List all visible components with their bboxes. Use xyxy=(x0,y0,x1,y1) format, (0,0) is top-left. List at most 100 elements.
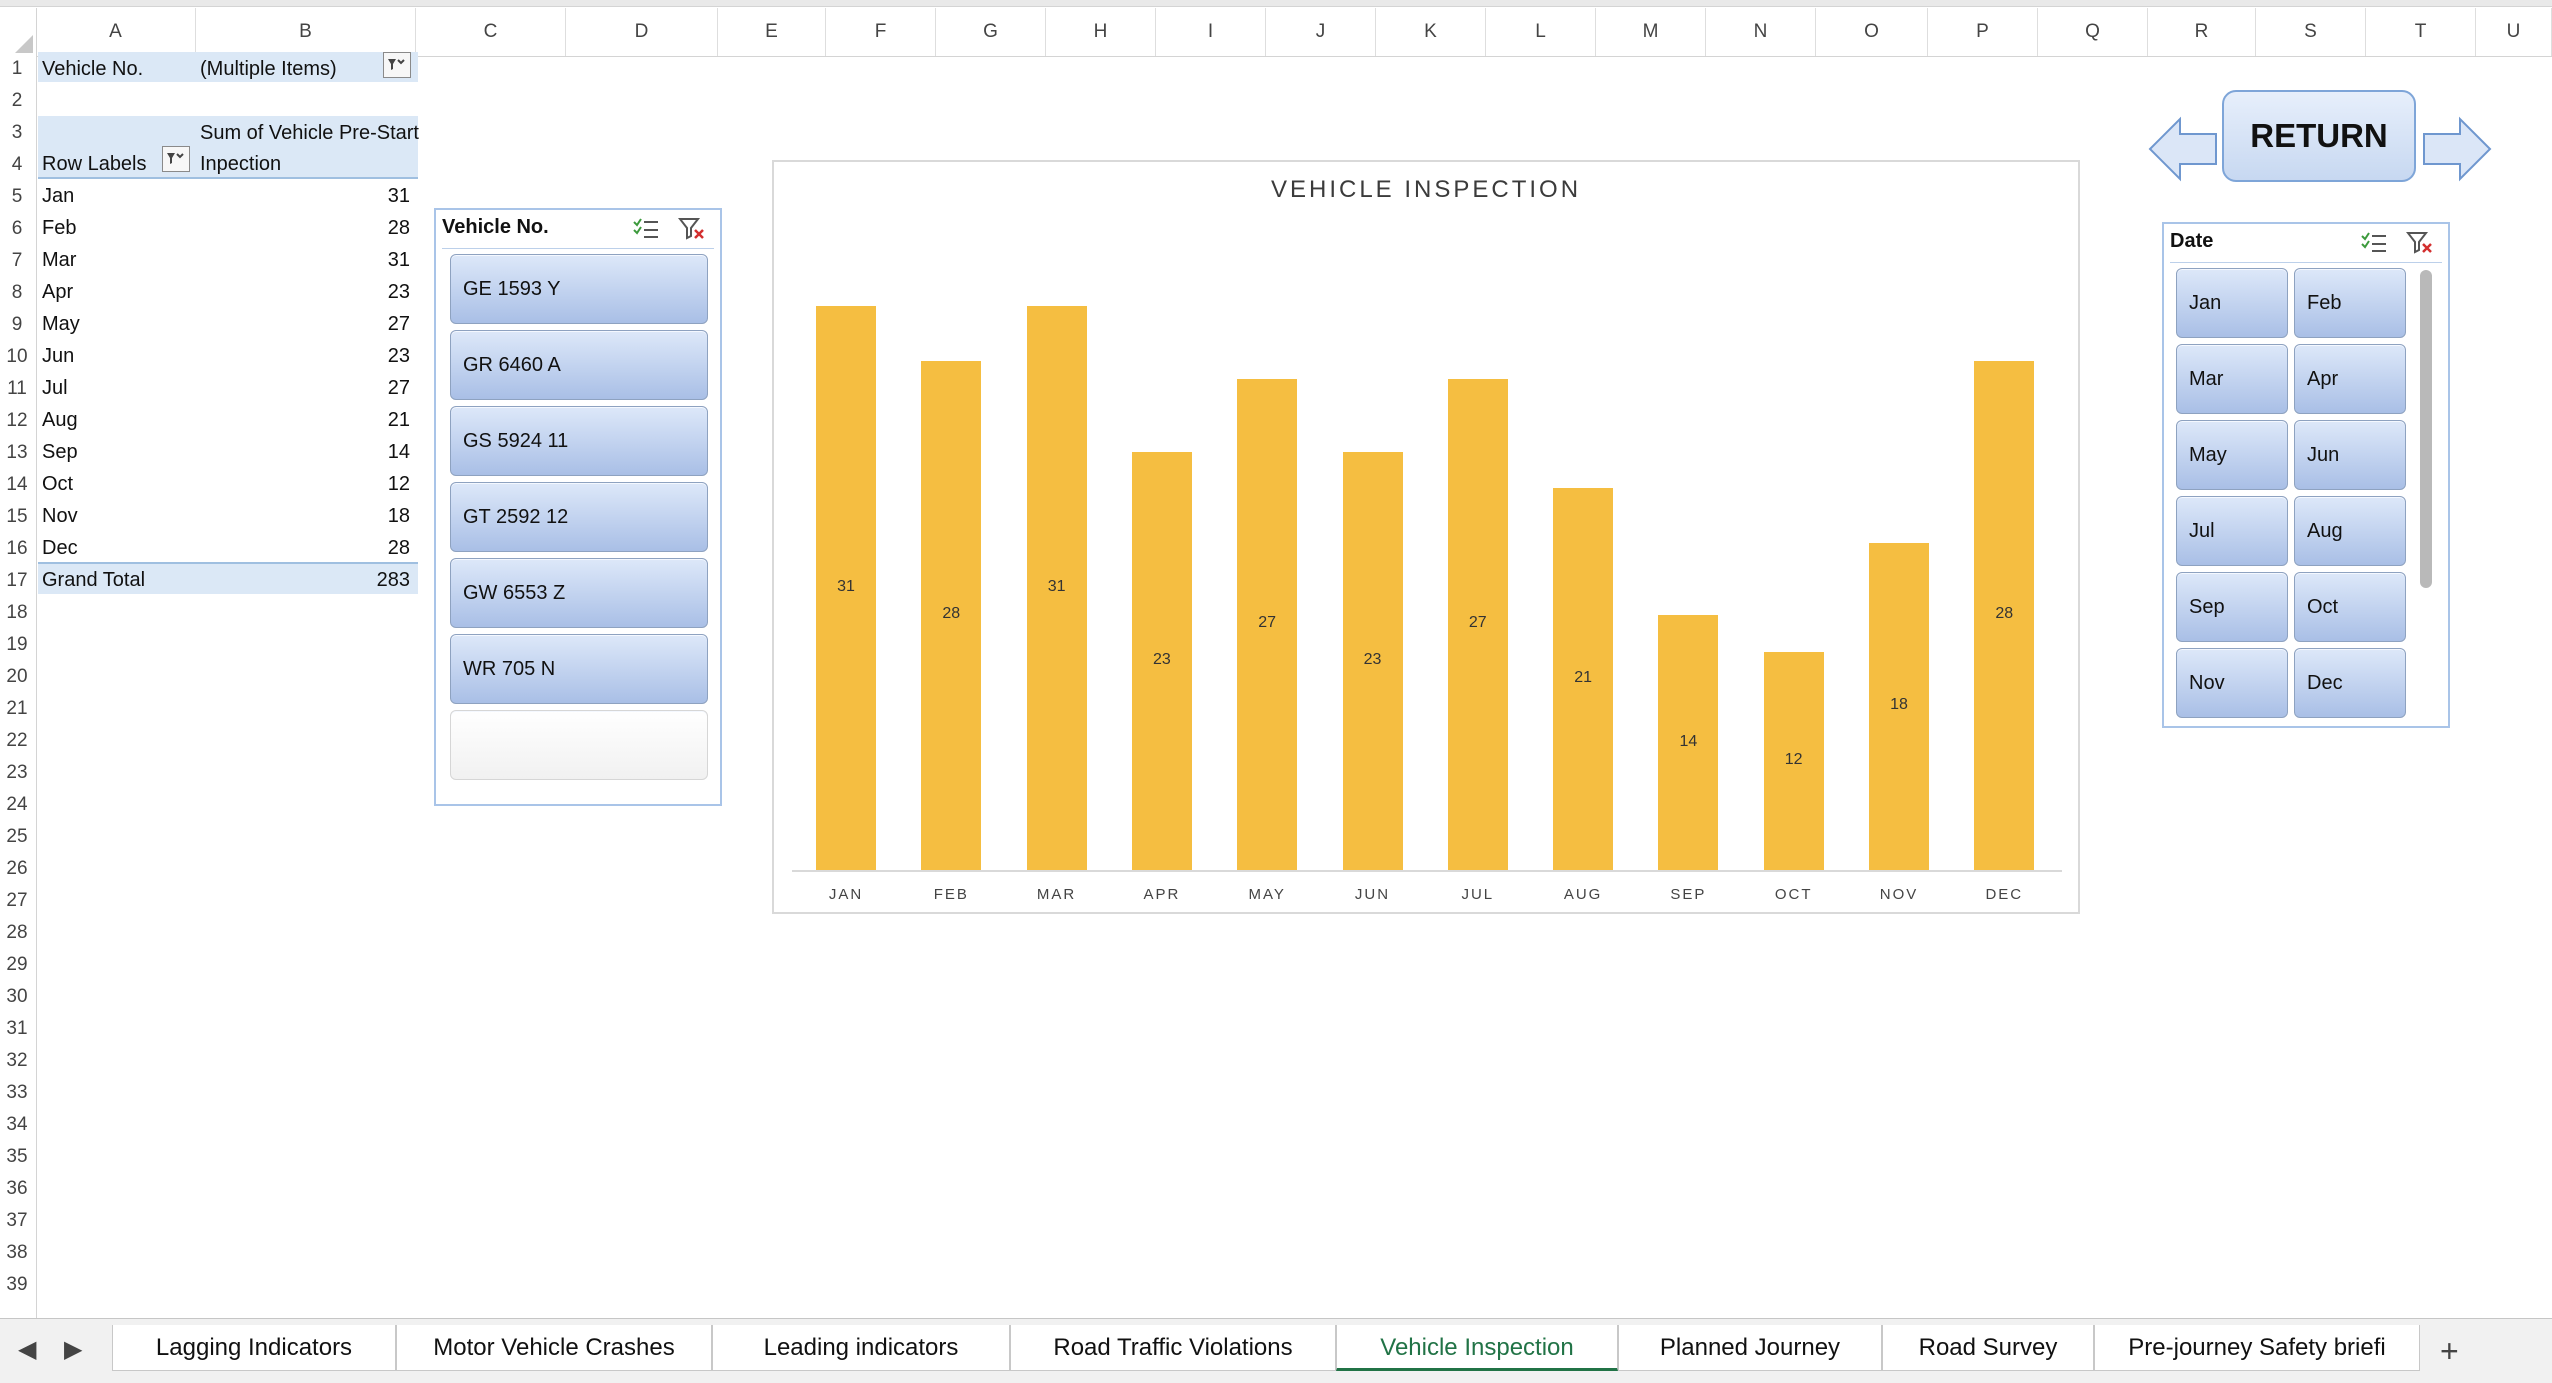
row-header-3[interactable]: 3 xyxy=(0,122,34,144)
row-header-19[interactable]: 19 xyxy=(0,634,34,656)
row-header-20[interactable]: 20 xyxy=(0,666,34,688)
date-slicer-item[interactable]: Jul xyxy=(2176,496,2288,566)
select-all-corner[interactable] xyxy=(0,8,37,56)
row-header-4[interactable]: 4 xyxy=(0,154,34,176)
row-header-10[interactable]: 10 xyxy=(0,346,34,368)
row-header-15[interactable]: 15 xyxy=(0,506,34,528)
row-header-11[interactable]: 11 xyxy=(0,378,34,400)
row-header-27[interactable]: 27 xyxy=(0,890,34,912)
row-header-28[interactable]: 28 xyxy=(0,922,34,944)
row-header-9[interactable]: 9 xyxy=(0,314,34,336)
date-slicer-item[interactable]: Feb xyxy=(2294,268,2406,338)
vehicle-slicer-item[interactable]: GS 5924 11 xyxy=(450,406,708,476)
date-slicer-item[interactable]: Jan xyxy=(2176,268,2288,338)
column-header-u[interactable]: U xyxy=(2476,8,2552,56)
vehicle-slicer-item[interactable]: GR 6460 A xyxy=(450,330,708,400)
row-header-37[interactable]: 37 xyxy=(0,1210,34,1232)
column-header-b[interactable]: B xyxy=(196,8,416,56)
column-header-t[interactable]: T xyxy=(2366,8,2476,56)
tab-pre-journey-safety-briefi[interactable]: Pre-journey Safety briefi xyxy=(2094,1325,2420,1371)
vehicle-slicer-item[interactable]: GE 1593 Y xyxy=(450,254,708,324)
column-header-g[interactable]: G xyxy=(936,8,1046,56)
add-sheet-icon[interactable]: + xyxy=(2440,1333,2459,1370)
row-header-14[interactable]: 14 xyxy=(0,474,34,496)
row-header-22[interactable]: 22 xyxy=(0,730,34,752)
column-header-o[interactable]: O xyxy=(1816,8,1928,56)
column-header-n[interactable]: N xyxy=(1706,8,1816,56)
row-header-32[interactable]: 32 xyxy=(0,1050,34,1072)
date-slicer-item[interactable]: Dec xyxy=(2294,648,2406,718)
row-header-16[interactable]: 16 xyxy=(0,538,34,560)
column-header-f[interactable]: F xyxy=(826,8,936,56)
row-header-5[interactable]: 5 xyxy=(0,186,34,208)
row-header-2[interactable]: 2 xyxy=(0,90,34,112)
column-header-e[interactable]: E xyxy=(718,8,826,56)
row-header-39[interactable]: 39 xyxy=(0,1274,34,1296)
row-header-8[interactable]: 8 xyxy=(0,282,34,304)
tab-scroll-left-icon[interactable]: ◀ xyxy=(18,1335,36,1364)
row-header-25[interactable]: 25 xyxy=(0,826,34,848)
row-header-17[interactable]: 17 xyxy=(0,570,34,592)
row-header-34[interactable]: 34 xyxy=(0,1114,34,1136)
column-header-h[interactable]: H xyxy=(1046,8,1156,56)
row-header-36[interactable]: 36 xyxy=(0,1178,34,1200)
tab-lagging-indicators[interactable]: Lagging Indicators xyxy=(112,1325,396,1371)
vehicle-slicer-item[interactable]: WR 705 N xyxy=(450,634,708,704)
row-header-30[interactable]: 30 xyxy=(0,986,34,1008)
row-header-33[interactable]: 33 xyxy=(0,1082,34,1104)
arrow-right-icon[interactable] xyxy=(2422,116,2492,182)
column-header-c[interactable]: C xyxy=(416,8,566,56)
row-header-23[interactable]: 23 xyxy=(0,762,34,784)
column-header-j[interactable]: J xyxy=(1266,8,1376,56)
column-header-m[interactable]: M xyxy=(1596,8,1706,56)
date-slicer-item[interactable]: Aug xyxy=(2294,496,2406,566)
row-header-7[interactable]: 7 xyxy=(0,250,34,272)
vehicle-slicer-item[interactable]: GT 2592 12 xyxy=(450,482,708,552)
date-slicer-item[interactable]: Nov xyxy=(2176,648,2288,718)
date-slicer-scrollbar[interactable] xyxy=(2420,270,2432,588)
pivot-filter-button[interactable] xyxy=(383,52,411,78)
column-header-p[interactable]: P xyxy=(1928,8,2038,56)
tab-planned-journey[interactable]: Planned Journey xyxy=(1618,1325,1882,1371)
row-header-21[interactable]: 21 xyxy=(0,698,34,720)
date-slicer-item[interactable]: May xyxy=(2176,420,2288,490)
tab-road-survey[interactable]: Road Survey xyxy=(1882,1325,2094,1371)
arrow-left-icon[interactable] xyxy=(2148,116,2218,182)
date-slicer-item[interactable]: Mar xyxy=(2176,344,2288,414)
column-header-k[interactable]: K xyxy=(1376,8,1486,56)
row-header-26[interactable]: 26 xyxy=(0,858,34,880)
row-header-18[interactable]: 18 xyxy=(0,602,34,624)
row-header-1[interactable]: 1 xyxy=(0,58,34,80)
row-header-38[interactable]: 38 xyxy=(0,1242,34,1264)
row-header-31[interactable]: 31 xyxy=(0,1018,34,1040)
tab-motor-vehicle-crashes[interactable]: Motor Vehicle Crashes xyxy=(396,1325,712,1371)
return-button[interactable]: RETURN xyxy=(2222,90,2416,182)
column-header-s[interactable]: S xyxy=(2256,8,2366,56)
column-header-r[interactable]: R xyxy=(2148,8,2256,56)
clear-filter-icon[interactable] xyxy=(2405,230,2436,256)
vehicle-slicer-item[interactable]: GW 6553 Z xyxy=(450,558,708,628)
tab-scroll-right-icon[interactable]: ▶ xyxy=(64,1335,82,1364)
column-header-i[interactable]: I xyxy=(1156,8,1266,56)
multi-select-icon[interactable] xyxy=(632,216,662,242)
column-header-d[interactable]: D xyxy=(566,8,718,56)
tab-road-traffic-violations[interactable]: Road Traffic Violations xyxy=(1010,1325,1336,1371)
date-slicer-item[interactable]: Jun xyxy=(2294,420,2406,490)
tab-leading-indicators[interactable]: Leading indicators xyxy=(712,1325,1010,1371)
date-slicer-item[interactable]: Oct xyxy=(2294,572,2406,642)
column-header-q[interactable]: Q xyxy=(2038,8,2148,56)
column-header-a[interactable]: A xyxy=(36,8,196,56)
tab-vehicle-inspection[interactable]: Vehicle Inspection xyxy=(1336,1325,1618,1371)
row-header-13[interactable]: 13 xyxy=(0,442,34,464)
clear-filter-icon[interactable] xyxy=(677,216,708,242)
date-slicer-item[interactable]: Sep xyxy=(2176,572,2288,642)
row-header-29[interactable]: 29 xyxy=(0,954,34,976)
column-header-l[interactable]: L xyxy=(1486,8,1596,56)
row-header-6[interactable]: 6 xyxy=(0,218,34,240)
row-labels-filter-button[interactable] xyxy=(162,146,190,172)
date-slicer-item[interactable]: Apr xyxy=(2294,344,2406,414)
multi-select-icon[interactable] xyxy=(2360,230,2390,256)
row-header-24[interactable]: 24 xyxy=(0,794,34,816)
row-header-12[interactable]: 12 xyxy=(0,410,34,432)
vehicle-inspection-chart[interactable]: VEHICLE INSPECTION 31 JAN 28 FEB 31 MAR 23 APR 2… xyxy=(772,160,2080,914)
